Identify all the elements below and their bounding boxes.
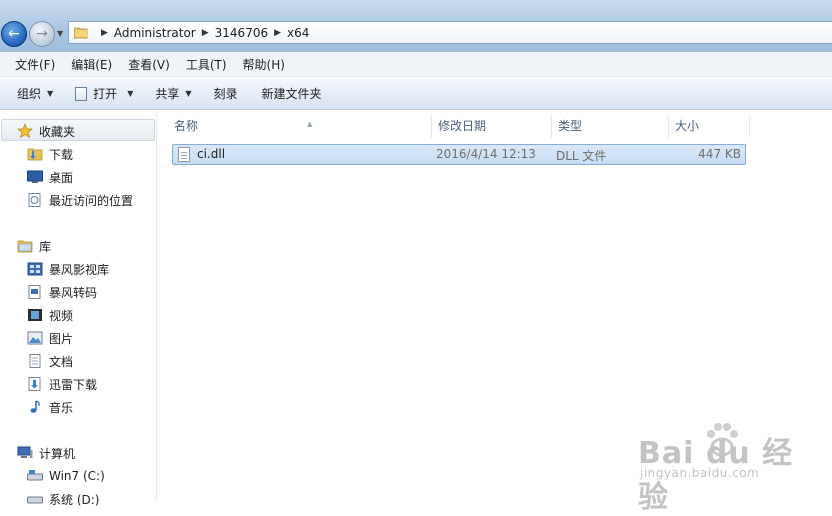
sort-ascending-icon: ▲ xyxy=(307,120,313,128)
file-name: ci.dll xyxy=(197,147,226,161)
address-row: ← → ▼ ▶ Administrator ▶ 3146706 ▶ x64 xyxy=(0,0,832,52)
share-label: 共享 xyxy=(155,87,180,101)
burn-label: 刻录 xyxy=(213,87,238,101)
open-label: 打开 xyxy=(93,87,118,101)
breadcrumb-separator-icon[interactable]: ▶ xyxy=(202,28,209,38)
menu-file[interactable]: 文件(F) xyxy=(7,56,63,73)
nav-pictures-label: 图片 xyxy=(49,331,74,346)
nav-documents[interactable]: 文档 xyxy=(0,350,183,372)
baidu-watermark: Bai du 经验 jingyan.baidu.com xyxy=(632,420,822,515)
breadcrumb-x64[interactable]: x64 xyxy=(287,26,309,40)
nav-drive-d-label: 系统 (D:) xyxy=(49,492,100,507)
menu-help[interactable]: 帮助(H) xyxy=(235,56,293,73)
nav-baofeng-convert-label: 暴风转码 xyxy=(49,285,98,300)
nav-drive-c[interactable]: Win7 (C:) xyxy=(0,465,183,487)
organize-button[interactable]: 组织 ▼ xyxy=(8,82,62,106)
nav-music[interactable]: 音乐 xyxy=(0,396,183,418)
nav-libraries-label: 库 xyxy=(39,239,52,254)
breadcrumb-separator-icon[interactable]: ▶ xyxy=(101,28,108,38)
menu-bar: 文件(F) 编辑(E) 查看(V) 工具(T) 帮助(H) xyxy=(0,52,832,77)
download-folder-icon xyxy=(28,377,41,391)
recent-places-icon xyxy=(28,193,41,207)
nav-computer-label: 计算机 xyxy=(39,446,76,461)
film-icon xyxy=(28,309,42,321)
share-button[interactable]: 共享 ▼ xyxy=(146,82,200,106)
file-size: 447 KB xyxy=(698,147,741,161)
nav-videos-label: 视频 xyxy=(49,308,74,323)
chevron-down-icon: ▼ xyxy=(47,89,54,98)
video-library-icon xyxy=(27,262,43,276)
computer-icon xyxy=(17,446,33,458)
nav-xunlei-downloads-label: 迅雷下载 xyxy=(49,377,98,392)
recent-pages-dropdown[interactable]: ▼ xyxy=(57,29,63,38)
nav-libraries[interactable]: 库 xyxy=(0,235,173,257)
chevron-down-icon: ▼ xyxy=(185,89,192,98)
column-modified-label: 修改日期 xyxy=(438,119,487,133)
navigation-pane: 收藏夹 下载 桌面 最近访问的位置 库 暴风影视库 暴风转码 视频 图片 文档 … xyxy=(0,111,157,507)
hard-drive-icon xyxy=(27,496,43,504)
new-folder-label: 新建文件夹 xyxy=(261,87,322,101)
organize-label: 组织 xyxy=(17,87,42,101)
menu-tools[interactable]: 工具(T) xyxy=(178,56,235,73)
arrow-left-icon: ← xyxy=(8,26,20,42)
hard-drive-icon xyxy=(27,470,43,481)
nav-documents-label: 文档 xyxy=(49,354,74,369)
download-folder-icon xyxy=(27,148,43,161)
burn-button[interactable]: 刻录 xyxy=(205,82,247,106)
nav-baofeng-video-label: 暴风影视库 xyxy=(49,262,110,277)
music-note-icon xyxy=(30,400,40,413)
open-file-icon xyxy=(75,86,88,101)
nav-downloads[interactable]: 下载 xyxy=(0,143,183,165)
file-type: DLL 文件 xyxy=(556,149,607,163)
nav-drive-c-label: Win7 (C:) xyxy=(49,469,105,483)
nav-xunlei-downloads[interactable]: 迅雷下载 xyxy=(0,373,183,395)
nav-downloads-label: 下载 xyxy=(49,147,74,162)
back-button[interactable]: ← xyxy=(1,21,27,47)
nav-recent-places[interactable]: 最近访问的位置 xyxy=(0,189,183,211)
dll-file-icon xyxy=(178,147,190,162)
column-header-name[interactable]: 名称 ▲ xyxy=(168,114,432,138)
video-convert-icon xyxy=(28,285,41,299)
column-name-label: 名称 xyxy=(174,119,199,133)
star-icon xyxy=(17,124,33,138)
nav-favorites-label: 收藏夹 xyxy=(39,124,76,139)
open-button[interactable]: 打开 ▼ xyxy=(66,82,142,106)
column-size-label: 大小 xyxy=(675,119,700,133)
folder-icon xyxy=(74,27,88,39)
column-type-label: 类型 xyxy=(558,119,583,133)
nav-desktop-label: 桌面 xyxy=(49,170,74,185)
picture-icon xyxy=(27,331,43,345)
menu-view[interactable]: 查看(V) xyxy=(120,56,178,73)
column-header-type[interactable]: 类型 xyxy=(552,114,669,138)
new-folder-button[interactable]: 新建文件夹 xyxy=(253,82,331,106)
nav-favorites[interactable]: 收藏夹 xyxy=(0,120,173,142)
forward-button[interactable]: → xyxy=(29,21,55,47)
nav-music-label: 音乐 xyxy=(49,400,74,415)
nav-pictures[interactable]: 图片 xyxy=(0,327,183,349)
nav-drive-d[interactable]: 系统 (D:) xyxy=(0,488,183,510)
breadcrumb-3146706[interactable]: 3146706 xyxy=(215,26,268,40)
document-icon xyxy=(29,354,41,368)
menu-edit[interactable]: 编辑(E) xyxy=(63,56,120,73)
nav-baofeng-convert[interactable]: 暴风转码 xyxy=(0,281,183,303)
chevron-down-icon: ▼ xyxy=(127,89,134,98)
watermark-url: jingyan.baidu.com xyxy=(640,466,760,480)
table-row[interactable]: ci.dll 2016/4/14 12:13 DLL 文件 447 KB xyxy=(172,144,746,165)
file-modified: 2016/4/14 12:13 xyxy=(436,147,536,161)
library-icon xyxy=(17,240,33,253)
nav-recent-places-label: 最近访问的位置 xyxy=(49,193,134,208)
breadcrumb-separator-icon[interactable]: ▶ xyxy=(274,28,281,38)
arrow-right-icon: → xyxy=(36,26,48,42)
nav-computer[interactable]: 计算机 xyxy=(0,442,173,464)
desktop-icon xyxy=(27,170,43,183)
command-bar: 组织 ▼ 打开 ▼ 共享 ▼ 刻录 新建文件夹 xyxy=(0,78,832,110)
nav-baofeng-video[interactable]: 暴风影视库 xyxy=(0,258,183,280)
nav-desktop[interactable]: 桌面 xyxy=(0,166,183,188)
column-header-size[interactable]: 大小 xyxy=(669,114,750,138)
breadcrumb-administrator[interactable]: Administrator xyxy=(114,26,196,40)
address-bar[interactable]: ▶ Administrator ▶ 3146706 ▶ x64 xyxy=(68,21,832,44)
column-header-modified[interactable]: 修改日期 xyxy=(432,114,552,138)
breadcrumb: ▶ Administrator ▶ 3146706 ▶ x64 xyxy=(95,22,309,43)
nav-videos[interactable]: 视频 xyxy=(0,304,183,326)
